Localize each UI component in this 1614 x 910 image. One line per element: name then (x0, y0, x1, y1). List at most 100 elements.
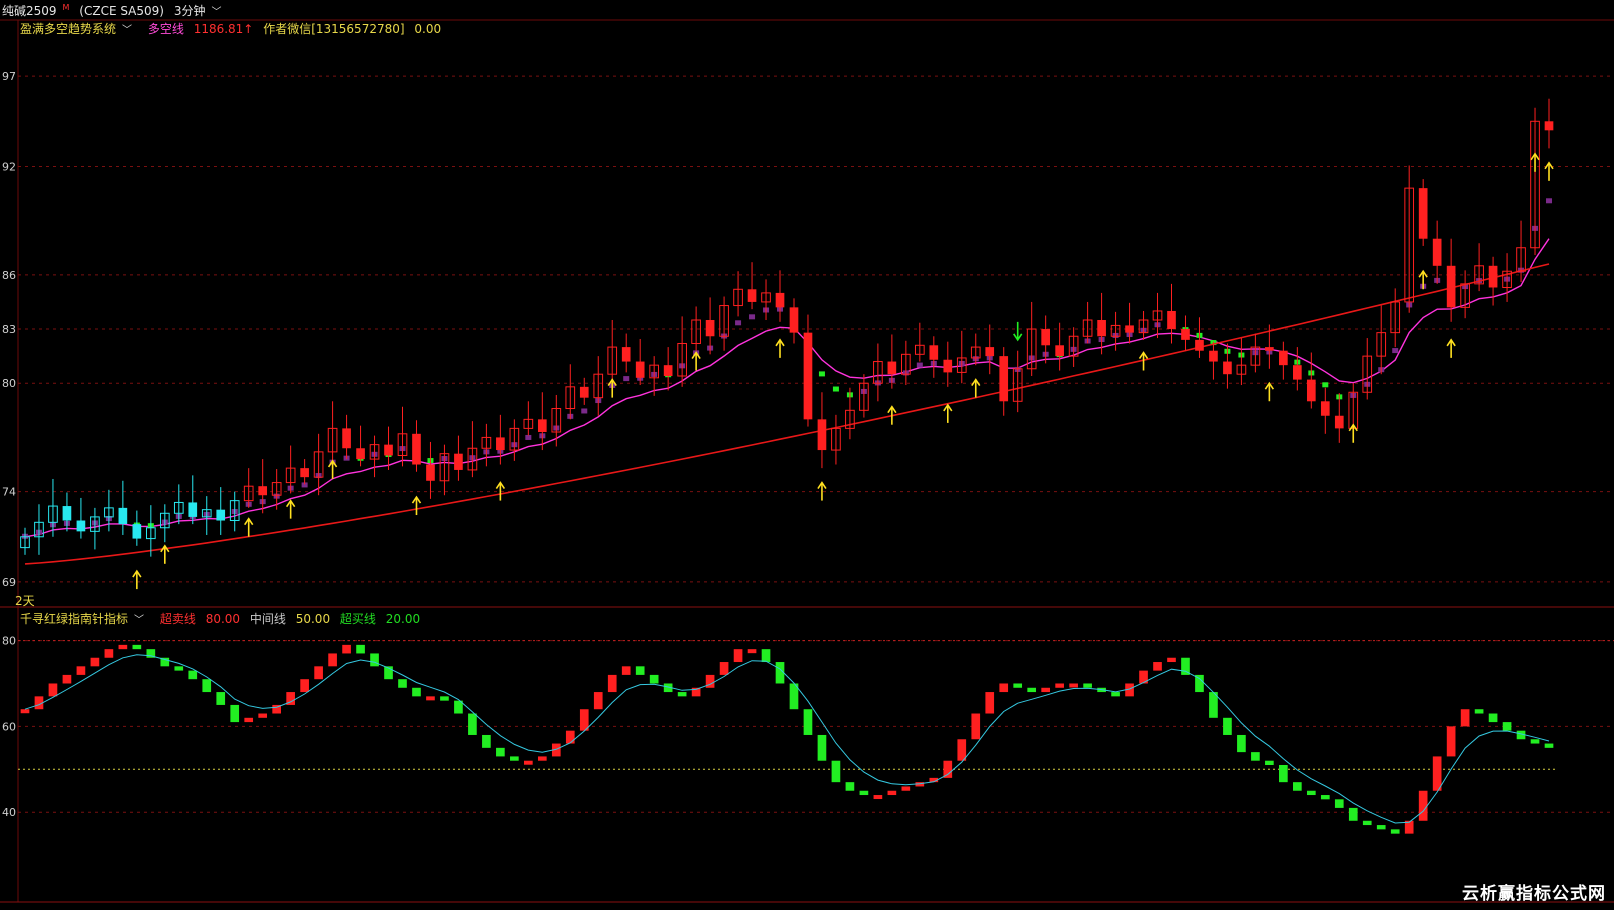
oscillator-name[interactable]: 千寻红绿指南针指标 ﹀ (20, 612, 150, 626)
candle-body-down (747, 289, 757, 302)
candle-body-down (621, 347, 631, 362)
osc-bar (328, 653, 337, 667)
trend-dot (525, 434, 532, 440)
chevron-down-icon: ﹀ (134, 615, 145, 626)
trend-dot (1392, 348, 1399, 354)
osc-bar (1055, 683, 1064, 688)
overbought-value: 80.00 (205, 612, 241, 626)
candle-body-down (663, 365, 673, 376)
osc-bar (244, 717, 254, 723)
candle-body-down (216, 509, 226, 521)
osc-bar (314, 666, 323, 680)
candle-body-down (1320, 401, 1330, 416)
osc-tick-label: 40 (2, 806, 16, 819)
osc-bar (1111, 692, 1120, 697)
osc-signal-line (24, 654, 1550, 824)
moving-average-lines (21, 198, 1553, 565)
osc-bar (1474, 709, 1484, 714)
candle-body-down (1041, 329, 1050, 346)
oscillator-header: 千寻红绿指南针指标 ﹀ 超卖线 80.00 中间线 50.00 超买线 20.00 (20, 610, 426, 627)
candle-body-down (1055, 345, 1064, 357)
osc-bar (1153, 662, 1162, 671)
osc-bar (1223, 717, 1232, 735)
candle-body-down (985, 347, 995, 357)
candle-body-down (1167, 310, 1176, 330)
candle-body-down (1265, 347, 1274, 351)
osc-bar (1027, 687, 1037, 693)
osc-bar (1083, 683, 1092, 688)
trend-dot (735, 320, 742, 326)
candle-body-down (1223, 361, 1232, 375)
candle-body-down (384, 444, 393, 456)
trend-dot (581, 408, 588, 414)
osc-bar (90, 657, 100, 667)
osc-bar (859, 790, 869, 796)
price-tick-label: 92 (2, 160, 16, 173)
candle-body-down (579, 386, 589, 398)
osc-bar (1237, 734, 1246, 753)
osc-bar (1251, 752, 1260, 761)
osc-bar (1293, 782, 1302, 791)
osc-bar (104, 649, 114, 658)
osc-bar (1348, 807, 1358, 821)
osc-bar (719, 662, 729, 675)
osc-bar (48, 683, 58, 697)
osc-bar (1432, 756, 1442, 791)
candle-body-down (496, 437, 505, 451)
candle-body-down (775, 292, 785, 308)
osc-bar (1362, 820, 1372, 826)
candle-body-down (1418, 188, 1428, 239)
osc-bar (1320, 795, 1330, 800)
period-selector[interactable]: 3分钟 ﹀ (174, 4, 228, 18)
candle-body-down (803, 332, 813, 420)
trend-dot (1322, 382, 1329, 388)
trend-dot (749, 314, 756, 320)
osc-bar (565, 730, 575, 744)
candle-body-down (188, 502, 198, 517)
symbol-code: (CZCE SA509) (79, 4, 164, 18)
trend-dot (832, 386, 839, 392)
osc-bar (496, 747, 505, 757)
osc-bar (412, 687, 421, 697)
candle-body-down (943, 359, 953, 373)
candle-body-down (789, 307, 799, 333)
price-tick-label: 97 (2, 70, 16, 83)
candle-body-down (300, 468, 309, 478)
price-chart[interactable]: 69 74 80 83 86 92 97 40 60 80 (0, 0, 1614, 910)
indicator-header: 盈满多空趋势系统 ﹀ 多空线 1186.81↑ 作者微信[13156572780]… (20, 20, 447, 37)
candle-body-down (635, 361, 645, 378)
osc-bar (1390, 829, 1400, 834)
osc-bar (132, 644, 142, 650)
candle-body-down (132, 524, 142, 539)
candle-body-down (705, 320, 715, 337)
oversold-value: 20.00 (385, 612, 421, 626)
osc-bar (845, 782, 855, 791)
candle-body-down (1293, 365, 1302, 380)
days-label: 2天 (15, 594, 35, 608)
slow-red-ma (24, 263, 1550, 565)
indicator-name[interactable]: 盈满多空趋势系统 ﹀ (20, 22, 138, 36)
symbol-name[interactable]: 纯碱2509 M (2, 3, 69, 18)
osc-bar (174, 666, 184, 671)
candle-body-down (118, 507, 128, 525)
candle-body-down (1209, 350, 1218, 362)
mid-label: 中间线 (249, 612, 286, 626)
candle-body-down (1125, 325, 1134, 333)
trend-dot (623, 376, 630, 382)
mid-value: 50.00 (295, 612, 331, 626)
candle-body-down (1544, 121, 1554, 131)
osc-bar (1334, 799, 1344, 808)
osc-bar (677, 692, 687, 697)
signal-arrows (132, 152, 1554, 590)
osc-bar (1041, 687, 1050, 693)
osc-bar (216, 692, 226, 705)
author-info: 作者微信[13156572780] (263, 22, 405, 36)
price-tick-label: 83 (2, 323, 16, 336)
osc-bar (426, 696, 435, 701)
osc-bar (1530, 739, 1540, 744)
osc-bar (1418, 790, 1428, 821)
osc-bar (440, 696, 449, 701)
osc-bar (985, 692, 995, 714)
candle-body-down (1334, 415, 1344, 429)
candle-body-down (1488, 265, 1498, 288)
